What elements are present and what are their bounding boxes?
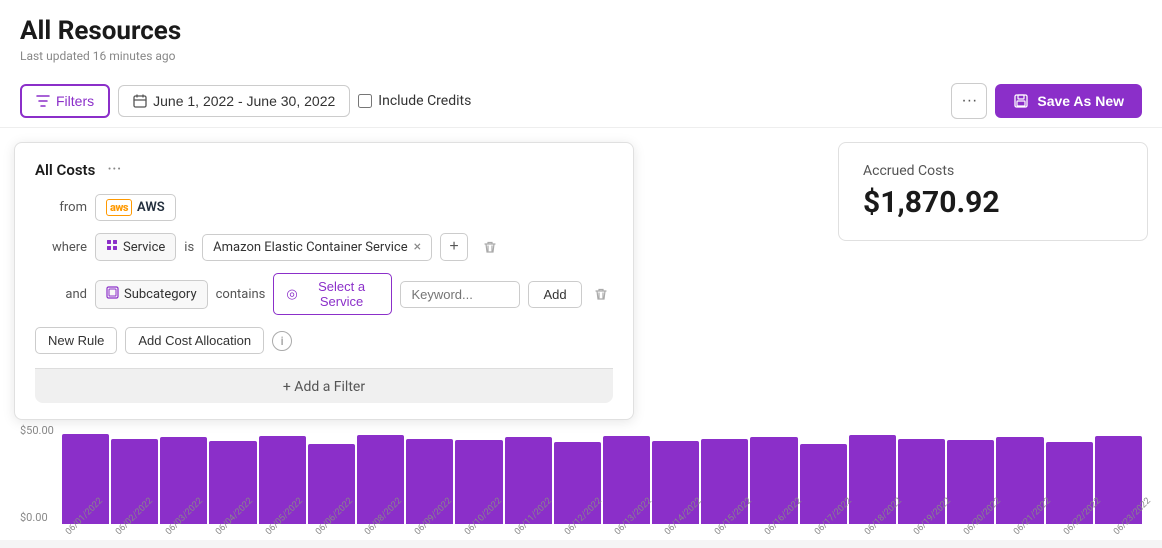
remove-service-tag[interactable]: × xyxy=(414,240,421,254)
page-title: All Resources xyxy=(20,16,1142,47)
chart-bar xyxy=(406,439,453,524)
filter-panel: All Costs ··· from aws AWS where xyxy=(14,142,634,420)
select-service-icon: ◎ xyxy=(286,286,297,302)
accrued-label: Accrued Costs xyxy=(863,163,1123,179)
add-keyword-button[interactable]: Add xyxy=(528,281,581,308)
save-icon xyxy=(1013,93,1029,109)
trash-icon xyxy=(483,240,497,254)
from-row: from aws AWS xyxy=(35,194,613,221)
panel-menu-button[interactable]: ··· xyxy=(107,159,121,180)
panel-title: All Costs xyxy=(35,161,95,179)
aws-label: AWS xyxy=(137,200,165,215)
include-credits-input[interactable] xyxy=(358,94,372,108)
add-cost-allocation-button[interactable]: Add Cost Allocation xyxy=(125,327,264,354)
info-icon[interactable]: i xyxy=(272,331,292,351)
delete-where-row-button[interactable] xyxy=(476,233,504,261)
service-value: Amazon Elastic Container Service xyxy=(213,240,407,255)
where-label: where xyxy=(35,240,87,255)
date-range-button[interactable]: June 1, 2022 - June 30, 2022 xyxy=(118,85,350,117)
aws-badge[interactable]: aws AWS xyxy=(95,194,176,221)
keyword-input[interactable] xyxy=(400,281,520,308)
filter-button[interactable]: Filters xyxy=(20,84,110,118)
subcategory-svg xyxy=(106,286,119,299)
and-label: and xyxy=(35,287,87,302)
y-label-bottom: $0.00 xyxy=(20,511,54,524)
panel-header: All Costs ··· xyxy=(35,159,613,180)
aws-logo: aws xyxy=(106,199,132,216)
add-filter-row[interactable]: + Add a Filter xyxy=(35,368,613,403)
delete-and-row-button[interactable] xyxy=(590,280,613,308)
chart-y-labels: $50.00 $0.00 xyxy=(20,424,54,524)
subcategory-tag[interactable]: Subcategory xyxy=(95,280,208,309)
page-wrapper: All Resources Last updated 16 minutes ag… xyxy=(0,0,1162,540)
grid-icon xyxy=(106,239,118,251)
service-value-tag: Amazon Elastic Container Service × xyxy=(202,234,432,261)
contains-label: contains xyxy=(216,287,266,302)
where-row: where Service is Amazon Elastic Conta xyxy=(35,233,613,261)
header: All Resources Last updated 16 minutes ag… xyxy=(0,0,1162,63)
save-as-new-button[interactable]: Save As New xyxy=(995,84,1142,118)
and-row: and Subcategory contains ◎ Select a Serv… xyxy=(35,273,613,315)
more-options-button[interactable]: ··· xyxy=(951,83,987,119)
trash-icon-2 xyxy=(594,287,608,301)
action-row: New Rule Add Cost Allocation i xyxy=(35,327,613,354)
add-condition-button[interactable]: + xyxy=(440,233,468,261)
bars-wrapper xyxy=(62,424,1142,524)
toolbar: Filters June 1, 2022 - June 30, 2022 Inc… xyxy=(0,75,1162,128)
service-tag-icon xyxy=(106,239,118,255)
is-label: is xyxy=(184,240,194,255)
service-tag[interactable]: Service xyxy=(95,233,176,261)
service-tag-label: Service xyxy=(123,240,165,255)
y-label-top: $50.00 xyxy=(20,424,54,437)
include-credits-checkbox[interactable]: Include Credits xyxy=(358,93,471,109)
accrued-value: $1,870.92 xyxy=(863,185,1123,220)
subcategory-label: Subcategory xyxy=(124,287,197,302)
subcategory-icon xyxy=(106,286,119,303)
last-updated: Last updated 16 minutes ago xyxy=(20,49,1142,63)
calendar-icon xyxy=(133,94,147,108)
accrued-costs-panel: Accrued Costs $1,870.92 xyxy=(838,142,1148,241)
new-rule-button[interactable]: New Rule xyxy=(35,327,117,354)
filter-icon xyxy=(36,94,50,108)
select-service-button[interactable]: ◎ Select a Service xyxy=(273,273,392,315)
chart-x-labels: 06/01/202206/02/202206/03/202206/04/2022… xyxy=(20,526,1142,540)
from-label: from xyxy=(35,200,87,215)
